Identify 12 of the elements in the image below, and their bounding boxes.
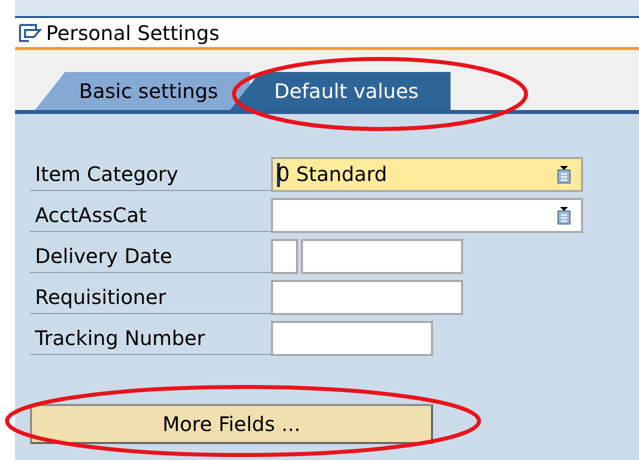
input-field[interactable] — [271, 239, 298, 274]
tab[interactable]: Basic settings — [35, 72, 250, 110]
value-help-icon[interactable] — [557, 206, 571, 224]
value-help-icon[interactable] — [557, 166, 571, 184]
input-field[interactable] — [271, 280, 463, 315]
dropdown-field[interactable] — [271, 198, 583, 233]
window-title: Personal Settings — [46, 20, 220, 44]
window-icon — [18, 22, 42, 42]
input-field[interactable] — [271, 321, 433, 356]
input-field[interactable] — [301, 239, 463, 274]
more-fields-button[interactable]: More Fields ... — [30, 404, 433, 444]
tab[interactable]: Default values — [230, 72, 451, 110]
